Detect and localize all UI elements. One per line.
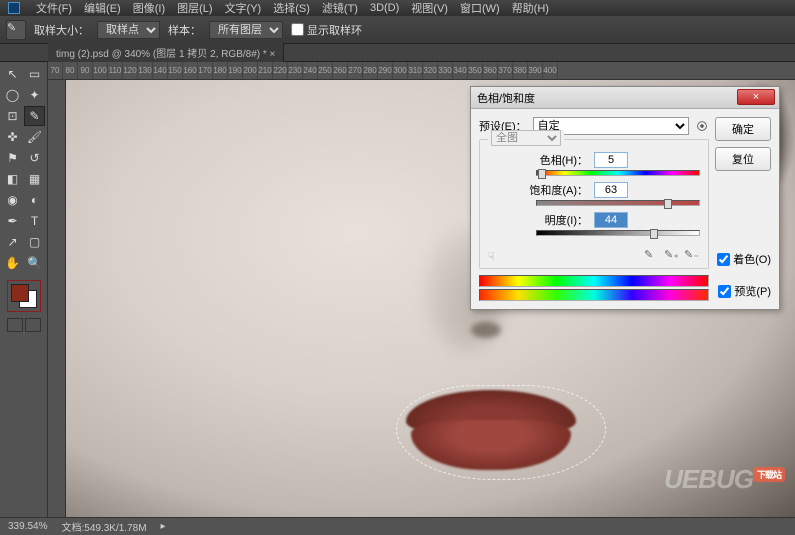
hue-label: 色相(H)： [488,152,588,168]
hand-icon[interactable]: ☟ [488,250,495,263]
crop-tool[interactable]: ⊡ [2,106,23,126]
heal-tool[interactable]: ✜ [2,127,23,147]
watermark: UEBUG下载站 [664,464,785,495]
ps-logo-icon [8,2,20,14]
blur-tool[interactable]: ◉ [2,190,23,210]
menu-window[interactable]: 窗口(W) [460,0,500,16]
dialog-title: 色相/饱和度 [477,90,535,106]
text-tool[interactable]: T [24,211,45,231]
lightness-input[interactable]: 44 [594,212,628,228]
menu-help[interactable]: 帮助(H) [512,0,549,16]
marquee-tool[interactable]: ▭ [24,64,45,84]
colorize-label: 着色(O) [733,251,771,267]
gear-icon[interactable] [695,119,709,133]
show-ring-label: 显示取样环 [307,22,362,38]
menu-edit[interactable]: 编辑(E) [84,0,121,16]
main-menu: 文件(F) 编辑(E) 图像(I) 图层(L) 文字(Y) 选择(S) 滤镜(T… [0,0,795,16]
range-select[interactable]: 全图 [491,130,561,146]
eraser-tool[interactable]: ◧ [2,169,23,189]
tool-preset-icon[interactable]: ✎ [6,20,26,40]
spectrum-after [479,289,709,301]
document-tab[interactable]: timg (2).psd @ 340% (图层 1 拷贝 2, RGB/8#) … [48,43,284,62]
doc-size: 文档:549.3K/1.78M [61,519,146,534]
close-button[interactable]: × [737,89,775,105]
menu-3d[interactable]: 3D(D) [370,2,399,14]
saturation-label: 饱和度(A)： [488,182,588,198]
quickmask-icon[interactable] [7,318,23,332]
hand-tool[interactable]: ✋ [2,253,23,273]
selection-marquee [396,385,606,480]
brush-tool[interactable]: 🖌 [24,127,45,147]
screenmode-icon[interactable] [25,318,41,332]
ruler-vertical [48,80,66,517]
reset-button[interactable]: 复位 [715,147,771,171]
hue-slider[interactable] [536,170,700,176]
sample-size-label: 取样大小： [34,22,89,38]
options-bar: ✎ 取样大小： 取样点 样本： 所有图层 显示取样环 [0,16,795,44]
colorize-checkbox[interactable] [717,253,730,266]
status-arrow-icon[interactable]: ▸ [161,521,166,532]
document-tabs: timg (2).psd @ 340% (图层 1 拷贝 2, RGB/8#) … [0,44,795,62]
zoom-level[interactable]: 339.54% [8,521,47,532]
saturation-slider[interactable] [536,200,700,206]
image-nostril [471,322,501,338]
sample-select[interactable]: 所有图层 [209,21,283,39]
move-tool[interactable]: ↖ [2,64,23,84]
status-bar: 339.54% 文档:549.3K/1.78M ▸ [0,517,795,535]
wand-tool[interactable]: ✦ [24,85,45,105]
dialog-titlebar[interactable]: 色相/饱和度 × [471,87,779,109]
menu-filter[interactable]: 滤镜(T) [322,0,358,16]
menu-text[interactable]: 文字(Y) [225,0,262,16]
menu-select[interactable]: 选择(S) [273,0,310,16]
toolbox: ↖▭ ◯✦ ⊡✎ ✜🖌 ⚑↺ ◧▦ ◉◐ ✒T ↗▢ ✋🔍 [0,62,48,517]
lightness-label: 明度(I)： [488,212,588,228]
show-ring-checkbox[interactable] [291,23,304,36]
shape-tool[interactable]: ▢ [24,232,45,252]
path-tool[interactable]: ↗ [2,232,23,252]
hue-saturation-dialog: 色相/饱和度 × 预设(E)： 自定 全图 色相(H)： 5 饱和度(A)： [470,86,780,310]
lasso-tool[interactable]: ◯ [2,85,23,105]
eyedropper-icon[interactable]: ✎ [644,248,660,264]
menu-view[interactable]: 视图(V) [411,0,448,16]
menu-layer[interactable]: 图层(L) [177,0,212,16]
menu-file[interactable]: 文件(F) [36,0,72,16]
hue-input[interactable]: 5 [594,152,628,168]
eyedropper-tool[interactable]: ✎ [24,106,45,126]
ok-button[interactable]: 确定 [715,117,771,141]
color-swatches[interactable] [7,280,41,312]
lightness-slider[interactable] [536,230,700,236]
dodge-tool[interactable]: ◐ [24,190,45,210]
saturation-input[interactable]: 63 [594,182,628,198]
ruler-horizontal: 7080901001101201301401501601701801902002… [48,62,795,80]
stamp-tool[interactable]: ⚑ [2,148,23,168]
zoom-tool[interactable]: 🔍 [24,253,45,273]
preview-checkbox[interactable] [718,285,731,298]
sample-label: 样本： [168,22,201,38]
eyedropper-sub-icon[interactable]: ✎₋ [684,248,700,264]
foreground-swatch[interactable] [11,284,29,302]
preview-label: 预览(P) [734,283,771,299]
pen-tool[interactable]: ✒ [2,211,23,231]
gradient-tool[interactable]: ▦ [24,169,45,189]
eyedropper-add-icon[interactable]: ✎₊ [664,248,680,264]
spectrum-before [479,275,709,287]
sample-size-select[interactable]: 取样点 [97,21,160,39]
history-brush-tool[interactable]: ↺ [24,148,45,168]
image-lips [386,390,606,470]
menu-image[interactable]: 图像(I) [133,0,165,16]
